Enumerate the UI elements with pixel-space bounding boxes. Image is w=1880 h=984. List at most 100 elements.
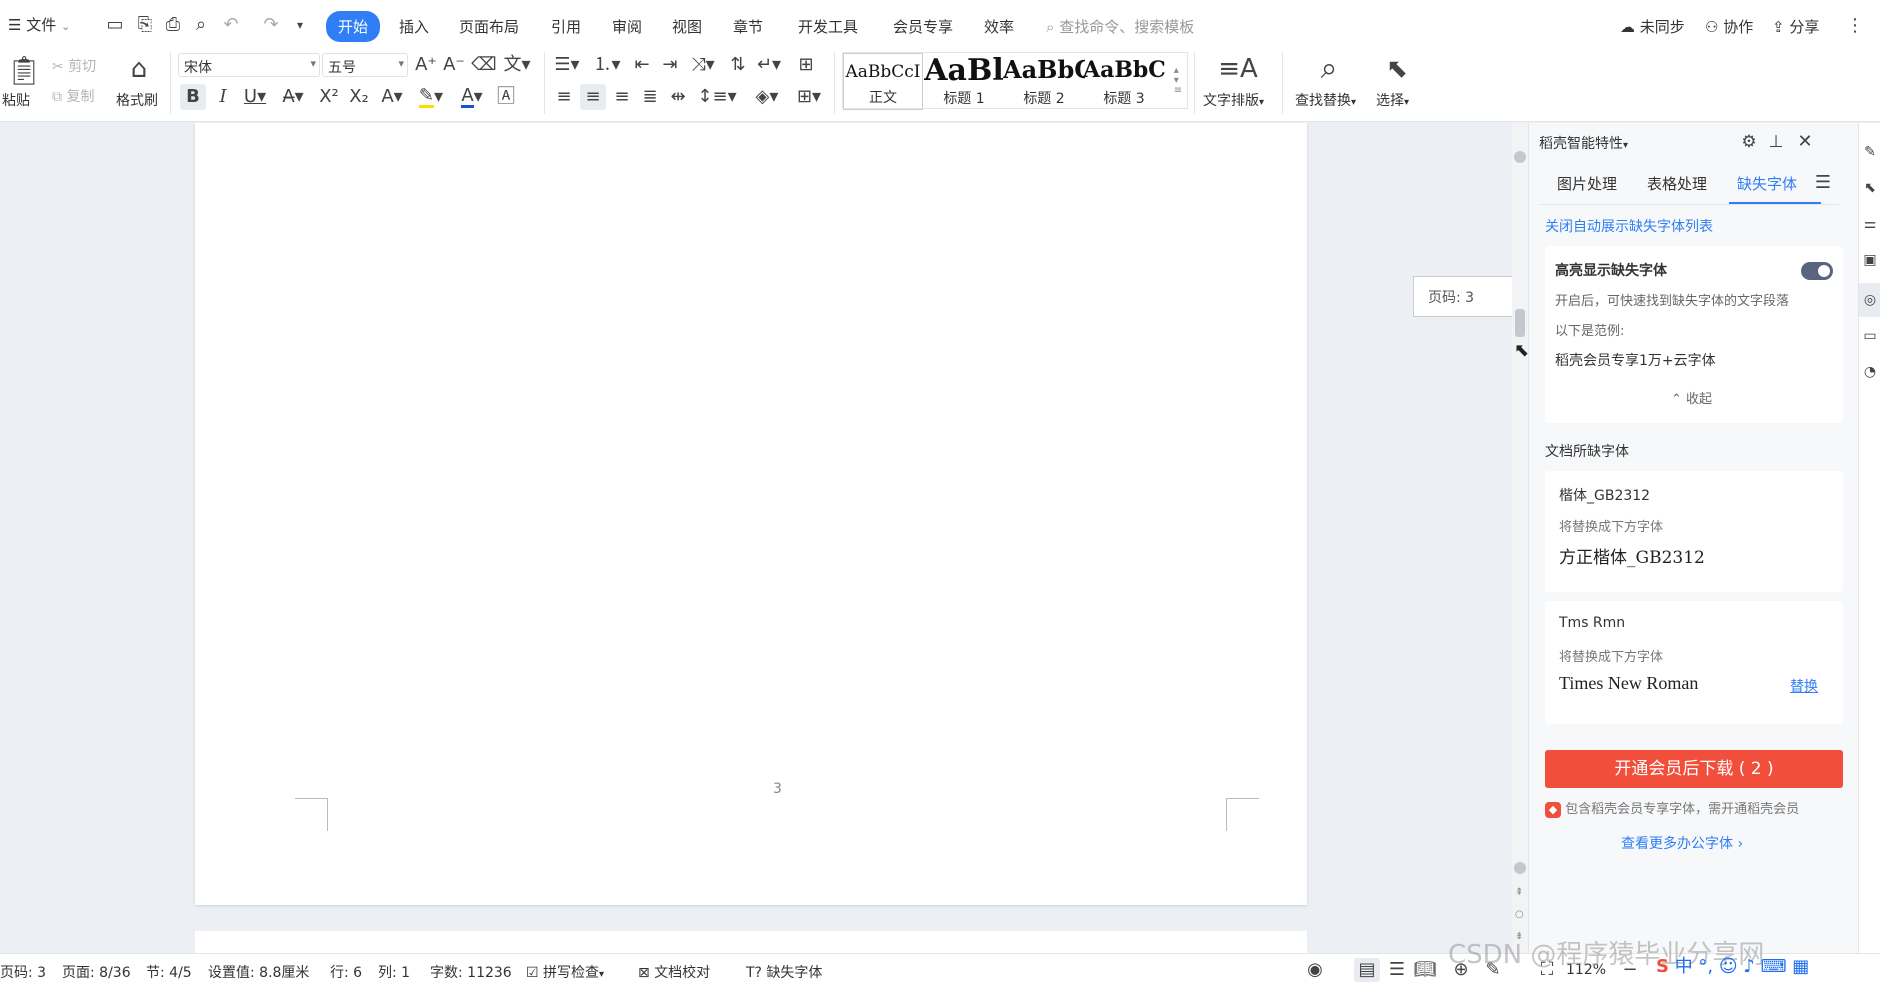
tab-start[interactable]: 开始 <box>326 11 381 42</box>
subscript-icon[interactable]: X₂ <box>346 84 372 110</box>
tab-table-processing[interactable]: 表格处理 <box>1647 173 1707 194</box>
undo-icon[interactable]: ↶ <box>220 14 242 36</box>
find-icon[interactable]: ⌕ <box>1312 52 1346 86</box>
grow-font-icon[interactable]: A⁺ <box>414 54 438 76</box>
eye-protection-icon[interactable]: ◉ <box>1304 960 1326 980</box>
highlight-toggle[interactable] <box>1801 262 1833 280</box>
sync-status[interactable]: ☁ 未同步 <box>1620 16 1685 37</box>
download-button[interactable]: 开通会员后下载 ( 2 ) <box>1545 750 1843 788</box>
settings-icon[interactable]: ⚙ <box>1739 132 1759 152</box>
save-icon[interactable]: ▭ <box>104 14 126 36</box>
style-heading-1[interactable]: AaBl 标题 1 <box>923 53 1005 110</box>
ime-toolbar[interactable]: S 中 °, ☺ ♪ ⌨ ▦ <box>1656 952 1809 978</box>
prev-page-icon[interactable]: ⇞ <box>1515 887 1523 898</box>
justify-icon[interactable]: ≣ <box>638 84 662 110</box>
chinese-layout-icon[interactable]: ⤨▾ <box>688 54 718 76</box>
format-painter-icon[interactable]: ⌂ <box>124 52 154 86</box>
copy-button[interactable]: ⧉ 复制 <box>52 86 94 106</box>
history-icon[interactable]: ◔ <box>1861 363 1879 381</box>
strikethrough-icon[interactable]: A̶▾ <box>278 84 308 110</box>
share-button[interactable]: ⇪ 分享 <box>1772 16 1819 37</box>
status-setting[interactable]: 设置值: 8.8厘米 <box>208 962 309 982</box>
align-center-icon[interactable]: ≡ <box>580 84 606 110</box>
status-row[interactable]: 行: 6 <box>330 962 362 982</box>
menu-icon[interactable]: ☰ <box>1814 173 1832 193</box>
paste-button[interactable]: 粘贴 <box>2 90 30 110</box>
cursor-icon[interactable]: ⬉ <box>1382 52 1412 86</box>
bullet-list-icon[interactable]: ☰▾ <box>552 54 582 76</box>
tab-chapter[interactable]: 章节 <box>733 16 763 37</box>
shrink-font-icon[interactable]: A⁻ <box>442 54 466 76</box>
shading-icon[interactable]: ◈▾ <box>750 84 784 110</box>
close-icon[interactable]: ✕ <box>1795 132 1815 152</box>
pointer-icon[interactable]: ⬉ <box>1861 179 1879 197</box>
close-auto-list-link[interactable]: 关闭自动展示缺失字体列表 <box>1545 216 1713 236</box>
font-color-icon[interactable]: A ▾ <box>456 84 488 110</box>
select-button[interactable]: 选择▾ <box>1376 90 1409 110</box>
panel-title[interactable]: 稻壳智能特性▾ <box>1539 133 1628 153</box>
tab-insert[interactable]: 插入 <box>399 16 429 37</box>
smart-icon[interactable]: ◎ <box>1859 283 1880 317</box>
tune-icon[interactable]: ⚌ <box>1861 215 1879 233</box>
distribute-icon[interactable]: ⇹ <box>666 84 690 110</box>
highlight-icon[interactable]: ✎ ▾ <box>414 84 448 110</box>
increase-indent-icon[interactable]: ⇥ <box>658 54 682 76</box>
sort-icon[interactable]: ⇅ <box>726 54 750 76</box>
status-col[interactable]: 列: 1 <box>378 962 410 982</box>
more-fonts-link[interactable]: 查看更多办公字体 › <box>1621 833 1743 853</box>
status-words[interactable]: 字数: 11236 <box>430 962 512 982</box>
page-view-icon[interactable]: ▤ <box>1354 958 1380 982</box>
find-replace-button[interactable]: 查找替换▾ <box>1295 90 1356 110</box>
more-icon[interactable]: ⋮ <box>1846 16 1864 36</box>
redo-icon[interactable]: ↷ <box>260 14 282 36</box>
font-size-select[interactable]: 五号 <box>322 53 408 77</box>
scroll-up-icon[interactable] <box>1514 151 1526 163</box>
edit-icon[interactable]: ✎ <box>1861 143 1879 161</box>
tab-member[interactable]: 会员专享 <box>893 16 953 37</box>
browse-object-icon[interactable]: ○ <box>1515 909 1524 920</box>
tab-page-layout[interactable]: 页面布局 <box>459 16 519 37</box>
command-search[interactable]: ⌕ 查找命令、搜索模板 <box>1046 16 1194 37</box>
outline-view-icon[interactable]: ☰ <box>1386 960 1408 980</box>
tab-missing-font[interactable]: 缺失字体 <box>1737 173 1797 194</box>
style-heading-3[interactable]: AaBbC 标题 3 <box>1083 53 1165 110</box>
align-right-icon[interactable]: ≡ <box>610 84 634 110</box>
print-preview-icon[interactable]: ⌕ <box>190 14 212 36</box>
customize-dropdown-icon[interactable]: ▾ <box>292 16 308 34</box>
file-menu[interactable]: ☰ 文件 ⌄ <box>8 14 70 35</box>
tab-image-processing[interactable]: 图片处理 <box>1557 173 1617 194</box>
show-marks-icon[interactable]: ↵▾ <box>754 54 784 76</box>
text-layout-icon[interactable]: ≡A <box>1218 52 1258 86</box>
print-icon[interactable]: ⎙ <box>162 14 184 36</box>
style-heading-2[interactable]: AaBbC 标题 2 <box>1003 53 1085 110</box>
phonetic-guide-icon[interactable]: 文▾ <box>500 54 534 76</box>
ruler-icon[interactable]: ⊞ <box>794 54 818 76</box>
export-pdf-icon[interactable]: ⎘ <box>134 14 156 36</box>
superscript-icon[interactable]: X² <box>316 84 342 110</box>
borders-icon[interactable]: ⊞▾ <box>792 84 826 110</box>
vertical-scrollbar[interactable]: ⇞ ○ ⇟ <box>1512 123 1528 953</box>
align-left-icon[interactable]: ≡ <box>552 84 576 110</box>
numbered-list-icon[interactable]: ⒈▾ <box>592 54 622 76</box>
tab-efficiency[interactable]: 效率 <box>984 16 1014 37</box>
bold-icon[interactable]: B <box>180 84 206 110</box>
scroll-thumb[interactable] <box>1515 309 1525 337</box>
text-effect-icon[interactable]: A▾ <box>376 84 408 110</box>
decrease-indent-icon[interactable]: ⇤ <box>630 54 654 76</box>
tab-references[interactable]: 引用 <box>551 16 581 37</box>
doc-icon[interactable]: ▭ <box>1861 327 1879 345</box>
format-painter-button[interactable]: 格式刷 <box>116 90 158 110</box>
italic-icon[interactable]: I <box>212 84 234 110</box>
collapse-button[interactable]: ⌃ 收起 <box>1671 388 1712 407</box>
font-name-select[interactable]: 宋体 <box>178 53 320 77</box>
underline-icon[interactable]: U▾ <box>240 84 270 110</box>
tab-developer[interactable]: 开发工具 <box>798 16 858 37</box>
style-scroll-icon[interactable]: ▴ ▾ ≡ <box>1169 55 1187 107</box>
char-border-icon[interactable]: 🄰 <box>494 84 518 110</box>
spellcheck-button[interactable]: ☑ 拼写检查▾ <box>526 962 604 982</box>
scroll-down-icon[interactable] <box>1514 862 1526 874</box>
line-spacing-icon[interactable]: ↕≡▾ <box>697 84 736 110</box>
collab-button[interactable]: ⚇ 协作 <box>1705 16 1753 37</box>
paste-icon[interactable]: 📋︎ <box>6 54 42 88</box>
missing-font-button[interactable]: T? 缺失字体 <box>746 962 822 982</box>
